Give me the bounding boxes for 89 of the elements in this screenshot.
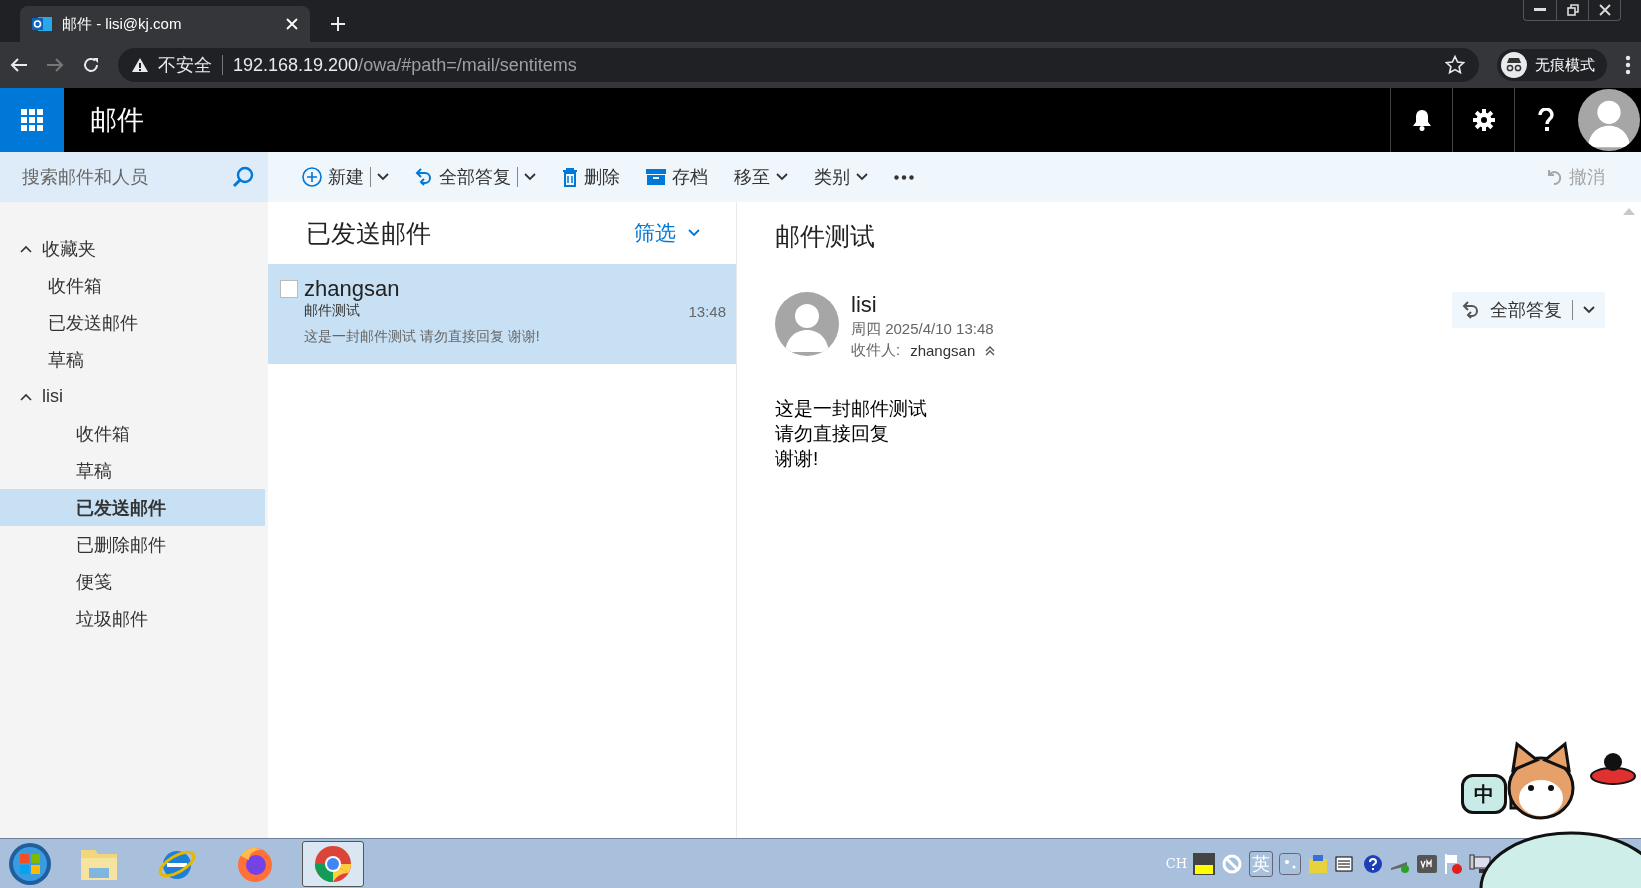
reply-all-button[interactable]: 全部答复 bbox=[1452, 292, 1605, 328]
caret-icon bbox=[856, 173, 868, 181]
caret-icon bbox=[776, 173, 788, 181]
incognito-badge[interactable]: 无痕模式 bbox=[1497, 49, 1607, 81]
toolbar-button[interactable]: 删除 bbox=[562, 165, 620, 189]
folder-item[interactable]: 垃圾邮件 bbox=[0, 600, 265, 637]
mail-app-icon bbox=[32, 15, 52, 33]
browser-tab[interactable]: 邮件 - lisi@kj.com bbox=[20, 6, 310, 42]
help-icon bbox=[1537, 108, 1554, 132]
security-label: 不安全 bbox=[158, 54, 212, 77]
input-method-icon[interactable] bbox=[1193, 852, 1215, 875]
back-icon[interactable] bbox=[10, 57, 28, 73]
warning-icon bbox=[132, 58, 148, 72]
address-bar[interactable]: 不安全 192.168.19.200/owa/#path=/mail/sentitems bbox=[118, 48, 1479, 82]
sender-name: lisi bbox=[851, 292, 878, 318]
reload-icon[interactable] bbox=[82, 56, 100, 74]
reply-all-icon bbox=[1462, 300, 1480, 320]
message-checkbox[interactable] bbox=[280, 280, 298, 298]
reply-all-icon bbox=[415, 167, 433, 187]
punctuation-icon[interactable] bbox=[1279, 852, 1301, 875]
folder-title: 已发送邮件 bbox=[306, 217, 432, 249]
kebab-menu-icon[interactable] bbox=[1625, 55, 1631, 75]
caret-icon bbox=[524, 173, 536, 181]
computer-icon[interactable] bbox=[1469, 852, 1491, 875]
collapse-caret-icon[interactable] bbox=[20, 244, 32, 253]
app-title: 邮件 bbox=[90, 104, 145, 137]
email-body-line: 谢谢! bbox=[775, 447, 820, 471]
minimize-icon[interactable] bbox=[1534, 8, 1546, 12]
chrome-icon bbox=[314, 844, 352, 883]
profile-label: 无痕模式 bbox=[1535, 55, 1595, 75]
taskbar-app[interactable] bbox=[302, 840, 364, 887]
ime-mascot-badge[interactable]: 中 bbox=[1461, 774, 1507, 814]
plus-circle-icon bbox=[302, 167, 322, 187]
folder-item[interactable]: 收件箱 bbox=[0, 267, 265, 304]
folder-item[interactable]: 草稿 bbox=[0, 452, 265, 489]
toolbar-button[interactable]: 新建 bbox=[302, 165, 389, 189]
message-time: 13:48 bbox=[688, 302, 726, 320]
recipient-label: 收件人: bbox=[851, 341, 901, 360]
help-icon[interactable] bbox=[1363, 853, 1383, 874]
caret-icon bbox=[688, 229, 700, 237]
url-text: 192.168.19.200/owa/#path=/mail/sentitems bbox=[233, 54, 578, 76]
message-sender: zhangsan bbox=[304, 276, 401, 302]
email-body-line: 这是一封邮件测试 bbox=[775, 397, 928, 421]
restore-icon[interactable] bbox=[1566, 4, 1579, 16]
email-subject: 邮件测试 bbox=[775, 221, 876, 252]
search-input[interactable]: 搜索邮件和人员 bbox=[20, 165, 232, 189]
folder-item[interactable]: 已发送邮件 bbox=[0, 304, 265, 341]
archive-icon bbox=[646, 168, 666, 186]
toolbar-button[interactable]: 类别 bbox=[814, 165, 868, 189]
bell-icon bbox=[1411, 109, 1432, 131]
caret-icon bbox=[377, 173, 389, 181]
folder-group-label[interactable]: 收藏夹 bbox=[42, 236, 96, 261]
trash-icon bbox=[562, 167, 578, 187]
toolbar-button[interactable]: 存档 bbox=[646, 165, 708, 189]
email-body-line: 请勿直接回复 bbox=[775, 422, 890, 446]
new-tab-icon[interactable] bbox=[330, 16, 346, 32]
search-field[interactable]: 搜索邮件和人员 bbox=[0, 152, 268, 202]
toolbox-icon[interactable] bbox=[1307, 852, 1329, 875]
forward-icon[interactable] bbox=[46, 57, 64, 73]
more-icon bbox=[894, 174, 914, 180]
toolbar-button[interactable]: 全部答复 bbox=[415, 165, 536, 189]
message-item[interactable]: zhangsan 邮件测试 13:48 这是一封邮件测试 请勿直接回复 谢谢! bbox=[268, 264, 736, 364]
double-caret-up-icon[interactable] bbox=[985, 345, 996, 356]
folder-item[interactable]: 收件箱 bbox=[0, 415, 265, 452]
grid-icon bbox=[21, 109, 43, 131]
folder-item[interactable]: 已删除邮件 bbox=[0, 526, 265, 563]
incognito-icon bbox=[1501, 52, 1527, 78]
more-button[interactable] bbox=[894, 174, 914, 180]
caret-icon bbox=[1583, 306, 1595, 314]
message-subject: 邮件测试 bbox=[304, 302, 360, 320]
settings-icon bbox=[1472, 109, 1495, 131]
start-button-icon[interactable] bbox=[8, 841, 52, 886]
undo-icon bbox=[1545, 168, 1563, 186]
filter-button[interactable]: 筛选 bbox=[628, 218, 706, 248]
recipient-name: zhangsan bbox=[910, 342, 976, 359]
toolbar-button[interactable]: 移至 bbox=[734, 165, 788, 189]
folder-item[interactable]: 已发送邮件 bbox=[0, 489, 265, 526]
folder-item[interactable]: 草稿 bbox=[0, 341, 265, 378]
star-icon[interactable] bbox=[1445, 55, 1465, 75]
message-preview: 这是一封邮件测试 请勿直接回复 谢谢! bbox=[304, 328, 541, 346]
close-icon[interactable] bbox=[1598, 4, 1611, 16]
folder-group-label[interactable]: lisi bbox=[42, 386, 63, 407]
search-icon[interactable] bbox=[232, 166, 254, 188]
flag-error-icon[interactable] bbox=[1443, 852, 1463, 875]
vm-icon[interactable] bbox=[1417, 854, 1437, 873]
email-date: 周四 2025/4/10 13:48 bbox=[851, 320, 995, 339]
collapse-caret-icon[interactable] bbox=[20, 392, 32, 401]
folder-item[interactable]: 便笺 bbox=[0, 563, 265, 600]
app-launcher-button[interactable] bbox=[0, 88, 64, 152]
